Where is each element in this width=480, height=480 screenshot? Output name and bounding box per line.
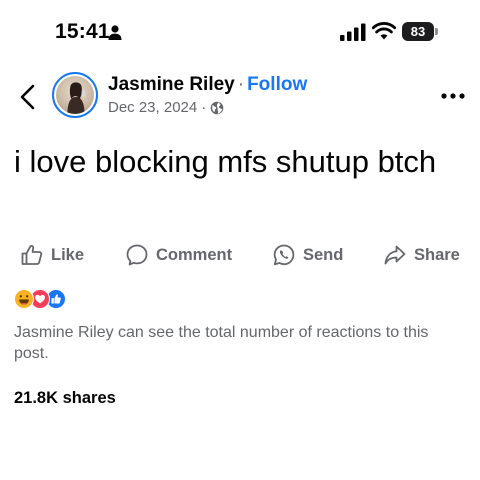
comment-label: Comment [156, 245, 233, 264]
post-text: i love blocking mfs shutup btch [14, 144, 437, 179]
post-screen: 15:41 83 Jasmine Riley · Follow Dec 23, … [0, 0, 480, 480]
reactions-summary[interactable] [14, 289, 74, 309]
shares-count[interactable]: 21.8K shares [14, 389, 116, 408]
send-button[interactable]: Send [272, 240, 343, 270]
name-separator: · [237, 74, 245, 95]
post-meta: Dec 23, 2024 · [108, 99, 224, 116]
share-button[interactable]: Share [383, 240, 460, 270]
haha-reaction-icon [14, 289, 34, 309]
battery-icon: 83 [402, 22, 438, 41]
action-bar: Like Comment Send Share [0, 240, 480, 270]
avatar[interactable] [52, 72, 98, 118]
whatsapp-icon [273, 244, 295, 266]
status-bar: 15:41 83 [0, 0, 480, 62]
back-arrow-icon[interactable] [14, 82, 42, 112]
wifi-icon [372, 22, 396, 40]
battery-cap [435, 28, 438, 35]
thumbs-up-icon [21, 244, 43, 265]
like-label: Like [51, 245, 85, 264]
comment-icon [126, 244, 148, 266]
author-name[interactable]: Jasmine Riley [108, 74, 235, 95]
status-time: 15:41 [55, 20, 110, 43]
share-arrow-icon [384, 245, 406, 265]
send-label: Send [303, 245, 344, 264]
author-line: Jasmine Riley · Follow [108, 74, 307, 96]
meta-separator: · [201, 99, 207, 116]
share-label: Share [414, 245, 460, 264]
globe-icon [210, 101, 224, 114]
avatar-photo [56, 76, 94, 114]
signal-icon [340, 23, 366, 41]
like-button[interactable]: Like [20, 240, 84, 270]
post-date[interactable]: Dec 23, 2024 [108, 99, 197, 116]
follow-button[interactable]: Follow [247, 74, 307, 95]
comment-button[interactable]: Comment [125, 240, 232, 270]
battery-level: 83 [402, 22, 434, 41]
person-icon [108, 25, 122, 40]
more-options-icon[interactable] [440, 88, 466, 104]
reaction-visibility-note: Jasmine Riley can see the total number o… [14, 324, 429, 362]
avatar-figure [67, 82, 86, 114]
